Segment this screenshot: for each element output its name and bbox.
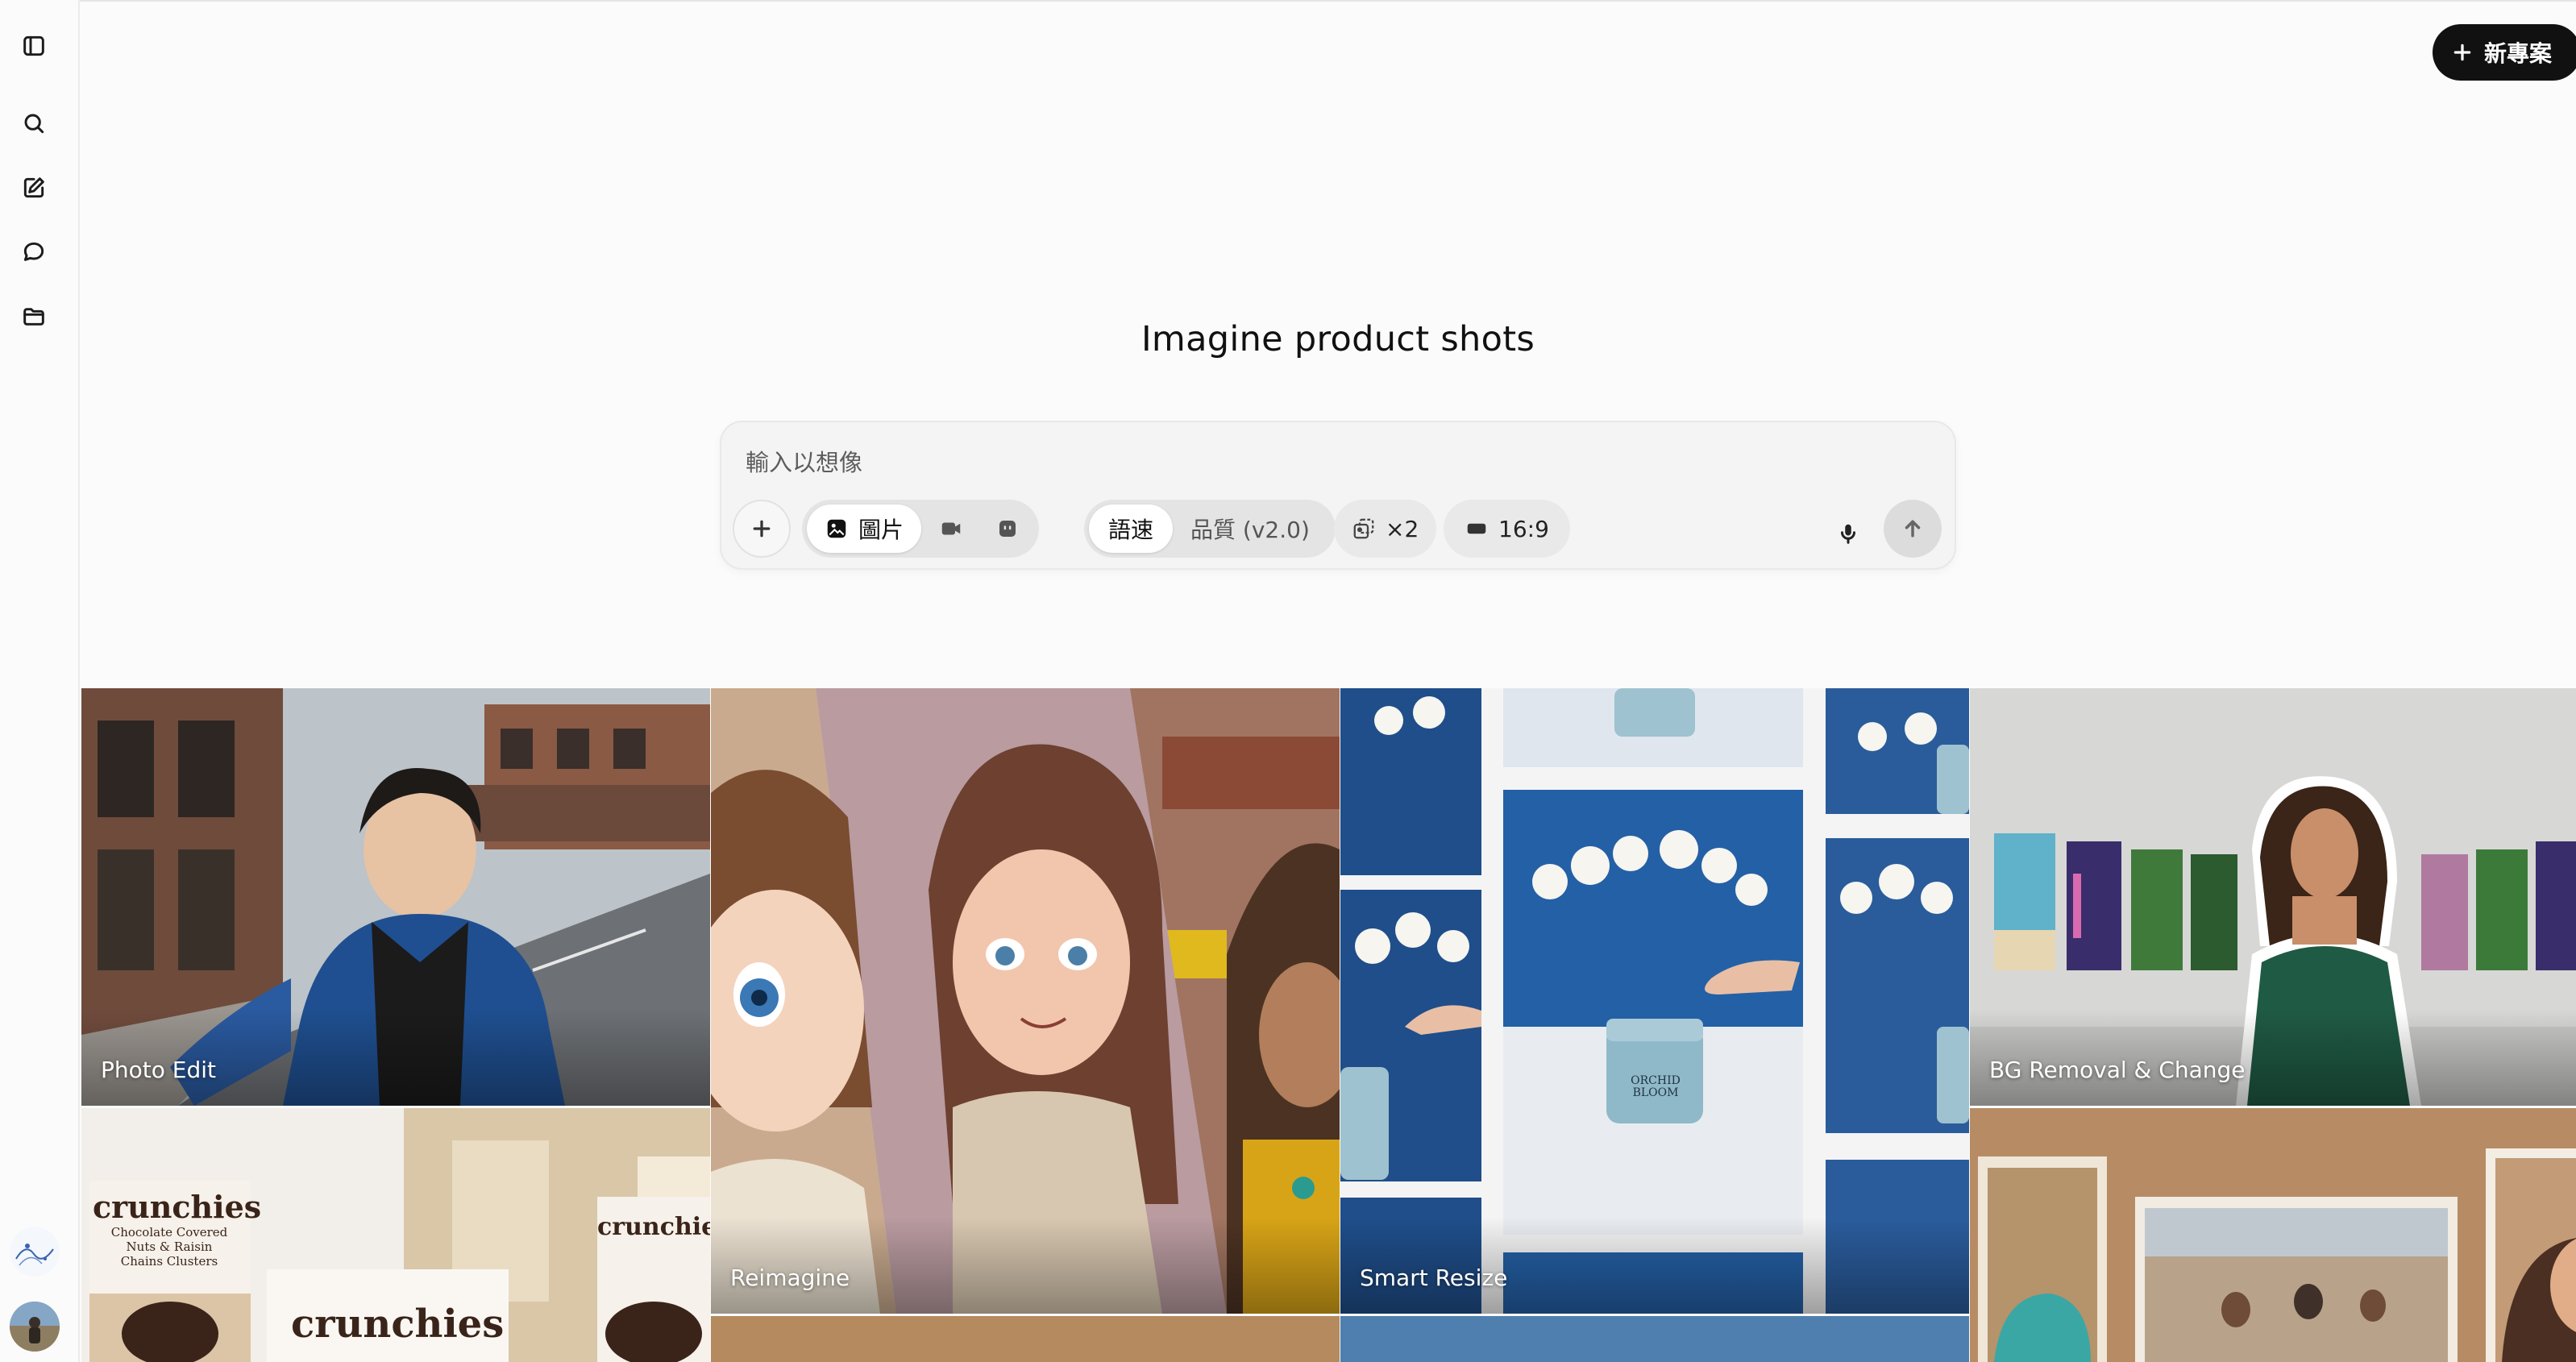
- new-project-button[interactable]: 新專案: [2433, 24, 2576, 81]
- bg-removal-label: BG Removal & Change: [1989, 1057, 2246, 1083]
- collage-image: [1970, 1108, 2576, 1362]
- smart-resize-card[interactable]: ORCHID BLOOM Smart Resize: [1340, 688, 1969, 1314]
- edit-button[interactable]: [16, 170, 52, 206]
- sketch-thumbnail-icon: [10, 1227, 60, 1277]
- edit-icon: [23, 177, 44, 198]
- bottom-card-right[interactable]: [1340, 1316, 1969, 1362]
- crunchies-pack-right: crunchies: [597, 1213, 710, 1241]
- crunchies-pack-left: crunchies Chocolate Covered Nuts & Raisi…: [93, 1189, 262, 1269]
- arrow-up-icon: [1905, 520, 1921, 538]
- collage-card[interactable]: [1970, 1108, 2576, 1362]
- prompt-input[interactable]: [746, 445, 1713, 480]
- feature-gallery: Photo Edit crunchies Chocolate Covered N…: [81, 688, 2576, 1362]
- crunchies-pack-center: crunchies: [291, 1302, 505, 1347]
- photo-edit-card[interactable]: Photo Edit: [81, 688, 710, 1106]
- orchid-line-1: ORCHID: [1631, 1074, 1681, 1087]
- image-icon: [827, 519, 846, 538]
- output-count-selector[interactable]: ×2: [1334, 500, 1437, 558]
- orchid-line-2: BLOOM: [1632, 1086, 1679, 1099]
- microphone-icon: [1841, 524, 1855, 544]
- speed-mode-tab[interactable]: 語速: [1089, 505, 1174, 553]
- photo-edit-label: Photo Edit: [101, 1057, 216, 1083]
- crunchies-desc-2: Nuts & Raisin: [126, 1240, 213, 1254]
- output-count-label: ×2: [1386, 515, 1419, 542]
- voice-input-button[interactable]: [1824, 509, 1872, 558]
- character-icon: [999, 521, 1016, 537]
- copies-icon: [1353, 518, 1374, 539]
- speed-mode-selector: 語速 品質 (v2.0): [1084, 500, 1336, 558]
- search-icon: [24, 114, 44, 134]
- plus-icon: [753, 520, 771, 538]
- new-project-label: 新專案: [2484, 40, 2553, 67]
- video-mode-tab[interactable]: [924, 505, 978, 553]
- aspect-ratio-label: 16:9: [1498, 515, 1549, 542]
- crunchies-card[interactable]: crunchies Chocolate Covered Nuts & Raisi…: [81, 1108, 710, 1362]
- image-mode-tab[interactable]: 圖片: [807, 505, 922, 553]
- speed-mode-label: 語速: [1108, 517, 1154, 543]
- media-mode-selector: 圖片: [802, 500, 1040, 558]
- aspect-ratio-icon: [1467, 523, 1486, 534]
- orchid-jar-label: ORCHID BLOOM: [1621, 1075, 1690, 1099]
- smart-resize-label: Smart Resize: [1360, 1264, 1508, 1291]
- search-button[interactable]: [16, 106, 52, 141]
- chat-bubble-icon: [23, 242, 44, 261]
- quality-mode-tab[interactable]: 品質 (v2.0): [1176, 505, 1331, 553]
- video-icon: [941, 522, 961, 535]
- bg-removal-card[interactable]: BG Removal & Change: [1970, 688, 2576, 1106]
- bottom-card-center[interactable]: [711, 1316, 1340, 1362]
- crunchies-desc-1: Chocolate Covered: [110, 1225, 228, 1240]
- reimagine-card[interactable]: Reimagine: [711, 688, 1340, 1314]
- crunchies-desc-3: Chains Clusters: [120, 1254, 218, 1269]
- reimagine-label: Reimagine: [730, 1264, 850, 1291]
- quality-mode-label: 品質 (v2.0): [1190, 517, 1310, 543]
- avatar-icon: [10, 1302, 60, 1352]
- crunchies-brand-left: crunchies: [93, 1189, 262, 1225]
- sidebar-toggle-icon: [23, 35, 44, 56]
- chat-button[interactable]: [16, 235, 52, 270]
- sidebar: [0, 0, 80, 1362]
- recent-thumbnail[interactable]: [10, 1227, 60, 1277]
- user-avatar[interactable]: [10, 1302, 60, 1352]
- submit-button[interactable]: [1884, 500, 1942, 558]
- page-title: Imagine product shots: [1141, 319, 1535, 359]
- toggle-sidebar-button[interactable]: [16, 28, 52, 64]
- plus-icon: [2453, 44, 2471, 61]
- aspect-ratio-selector[interactable]: 16:9: [1444, 500, 1570, 558]
- image-mode-label: 圖片: [858, 517, 904, 543]
- character-mode-tab[interactable]: [981, 505, 1034, 553]
- top-border: [0, 0, 2576, 2]
- add-attachment-button[interactable]: [733, 500, 791, 558]
- prompt-composer: 圖片 語速 品質 (v2.0) ×2 16:9: [720, 421, 1956, 570]
